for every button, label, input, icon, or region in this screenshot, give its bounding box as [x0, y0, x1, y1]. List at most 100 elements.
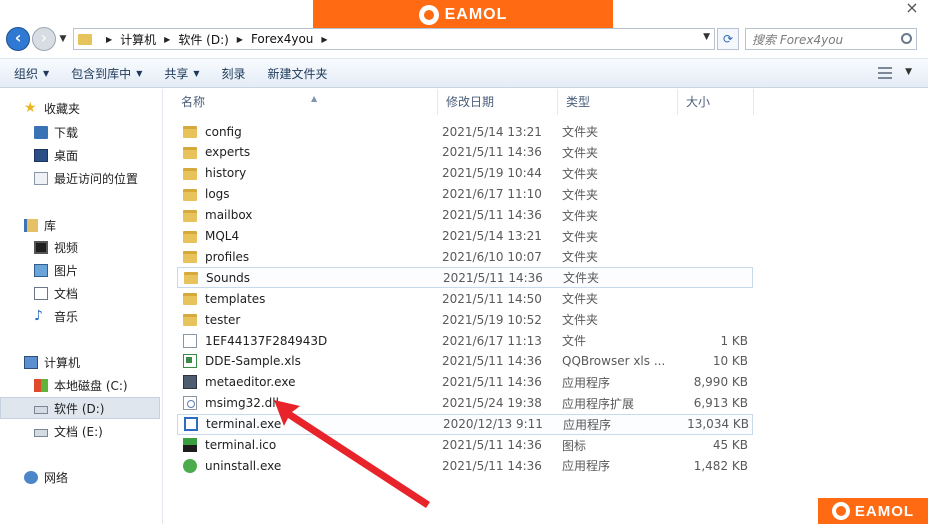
chevron-right-icon[interactable]: ▶ [237, 35, 243, 44]
column-type-header[interactable]: 类型 [558, 89, 678, 115]
file-date: 2021/5/11 14:36 [442, 458, 542, 473]
nav-recent-places[interactable]: 最近访问的位置 [0, 167, 160, 189]
chevron-right-icon[interactable]: ▶ [164, 35, 170, 44]
address-bar[interactable]: ▶ 计算机 ▶ 软件 (D:) ▶ Forex4you ▶ ▼ [73, 28, 715, 50]
file-name: msimg32.dll [205, 396, 279, 411]
file-date: 2021/6/10 10:07 [442, 249, 542, 264]
file-name: MQL4 [205, 229, 240, 243]
file-row[interactable]: profiles 2021/6/10 10:07 文件夹 [177, 246, 753, 267]
share-label: 共享 [164, 66, 189, 81]
uninstall-icon [183, 458, 197, 473]
nav-music[interactable]: ♪ 音乐 [0, 305, 160, 327]
file-name: logs [205, 187, 230, 202]
file-row[interactable]: metaeditor.exe 2021/5/11 14:36 应用程序 8,990 K… [177, 372, 753, 393]
file-row[interactable]: mailbox 2021/5/11 14:36 文件夹 [177, 205, 753, 226]
back-button[interactable]: ‹ [6, 27, 30, 51]
command-bar: 组织 ▼ 包含到库中 ▼ 共享 ▼ 刻录 新建文件夹 ▼ [0, 58, 928, 88]
breadcrumb-drive-d[interactable]: 软件 (D:) [178, 31, 228, 48]
nav-videos[interactable]: 视频 [0, 236, 160, 258]
column-name-header[interactable]: 名称 ▲ [173, 89, 438, 115]
nav-documents[interactable]: 文档 [0, 282, 160, 304]
folder-icon [183, 251, 197, 264]
file-size: 8,990 KB [693, 375, 748, 390]
file-row[interactable]: experts 2021/5/11 14:36 文件夹 [177, 142, 753, 163]
documents-icon [34, 286, 48, 300]
recent-pages-chevron-icon[interactable]: ▼ [57, 34, 69, 44]
file-name-cell: history [177, 163, 435, 184]
nav-libraries[interactable]: 库 [0, 214, 160, 236]
file-row[interactable]: Sounds 2021/5/11 14:36 文件夹 [177, 267, 753, 289]
file-row[interactable]: uninstall.exe 2021/5/11 14:36 应用程序 1,482 KB [177, 455, 753, 476]
file-row[interactable]: config 2021/5/14 13:21 文件夹 [177, 121, 753, 142]
chevron-down-icon[interactable]: ▼ [905, 67, 912, 77]
folder-icon [183, 314, 197, 327]
view-options-icon[interactable] [878, 67, 892, 79]
search-input[interactable]: 搜索 Forex4you [745, 28, 917, 50]
terminal-icon [184, 417, 198, 432]
file-row[interactable]: MQL4 2021/5/14 13:21 文件夹 [177, 226, 753, 247]
file-name-cell: tester [177, 309, 435, 330]
nav-desktop-label: 桌面 [54, 148, 79, 163]
nav-favorites[interactable]: ★ 收藏夹 [0, 97, 160, 119]
file-row[interactable]: tester 2021/5/19 10:52 文件夹 [177, 309, 753, 330]
nav-recent-label: 最近访问的位置 [54, 171, 139, 186]
file-type: 文件夹 [562, 125, 599, 139]
file-type: 图标 [562, 438, 587, 453]
nav-pictures[interactable]: 图片 [0, 259, 160, 281]
nav-network[interactable]: 网络 [0, 466, 160, 488]
breadcrumb-computer[interactable]: 计算机 [120, 31, 156, 48]
column-modified-header[interactable]: 修改日期 [438, 89, 558, 115]
file-row[interactable]: msimg32.dll 2021/5/24 19:38 应用程序扩展 6,913 KB [177, 393, 753, 414]
new-folder-label: 新建文件夹 [267, 66, 328, 81]
address-history-chevron-icon[interactable]: ▼ [703, 32, 710, 42]
column-type-label: 类型 [566, 95, 591, 109]
close-icon[interactable]: × [902, 0, 922, 16]
file-name-cell: mailbox [177, 205, 435, 226]
forward-button[interactable]: › [32, 27, 56, 51]
nav-pictures-label: 图片 [54, 263, 79, 278]
file-name-cell: MQL4 [177, 226, 435, 247]
chevron-down-icon: ▼ [193, 68, 200, 78]
chevron-right-icon[interactable]: ▶ [106, 35, 112, 44]
file-name-cell: experts [177, 142, 435, 163]
nav-drive-d[interactable]: 软件 (D:) [0, 397, 160, 419]
file-date: 2021/5/11 14:36 [442, 208, 542, 223]
file-row[interactable]: DDE-Sample.xls 2021/5/11 14:36 QQBrowser x… [177, 351, 753, 372]
nav-drive-e[interactable]: 文档 (E:) [0, 420, 160, 442]
video-icon [34, 240, 48, 254]
chevron-right-icon[interactable]: ▶ [321, 35, 327, 44]
breadcrumb-forex4you[interactable]: Forex4you [251, 32, 313, 46]
nav-drive-c[interactable]: 本地磁盘 (C:) [0, 374, 160, 396]
file-name: templates [205, 291, 266, 306]
column-size-label: 大小 [686, 95, 711, 109]
nav-drive-d-label: 软件 (D:) [54, 401, 105, 416]
include-in-library-label: 包含到库中 [71, 66, 132, 81]
drive-icon [34, 405, 48, 414]
organize-label: 组织 [14, 66, 39, 81]
folder-icon [183, 188, 197, 201]
column-size-header[interactable]: 大小 [678, 89, 754, 115]
file-size: 10 KB [712, 354, 748, 369]
nav-network-label: 网络 [44, 470, 69, 485]
file-row[interactable]: 1EF44137F284943D 2021/6/17 11:13 文件 1 KB [177, 330, 753, 351]
nav-computer[interactable]: 计算机 [0, 351, 160, 373]
refresh-button[interactable]: ⟳ [717, 28, 739, 50]
navigation-pane: ★ 收藏夹 下载 桌面 最近访问的位置 库 视频 图片 文档 ♪ 音乐 计算机 … [0, 89, 163, 524]
organize-button[interactable]: 组织 ▼ [14, 65, 49, 82]
nav-documents-label: 文档 [54, 286, 79, 301]
nav-desktop[interactable]: 桌面 [0, 144, 160, 166]
file-name-cell: Sounds [178, 267, 436, 288]
file-row[interactable]: history 2021/5/19 10:44 文件夹 [177, 163, 753, 184]
file-row[interactable]: logs 2021/6/17 11:10 文件夹 [177, 184, 753, 205]
nav-downloads[interactable]: 下载 [0, 121, 160, 143]
file-row[interactable]: templates 2021/5/11 14:50 文件夹 [177, 288, 753, 309]
file-name: experts [205, 145, 251, 160]
share-button[interactable]: 共享 ▼ [164, 65, 199, 82]
nav-videos-label: 视频 [54, 240, 79, 255]
new-folder-button[interactable]: 新建文件夹 [268, 65, 328, 82]
file-date: 2021/5/24 19:38 [442, 396, 542, 411]
file-row[interactable]: terminal.ico 2021/5/11 14:36 图标 45 KB [177, 435, 753, 456]
file-row[interactable]: terminal.exe 2020/12/13 9:11 应用程序 13,034 KB [177, 413, 753, 435]
burn-button[interactable]: 刻录 [222, 65, 246, 82]
include-in-library-button[interactable]: 包含到库中 ▼ [71, 65, 142, 82]
